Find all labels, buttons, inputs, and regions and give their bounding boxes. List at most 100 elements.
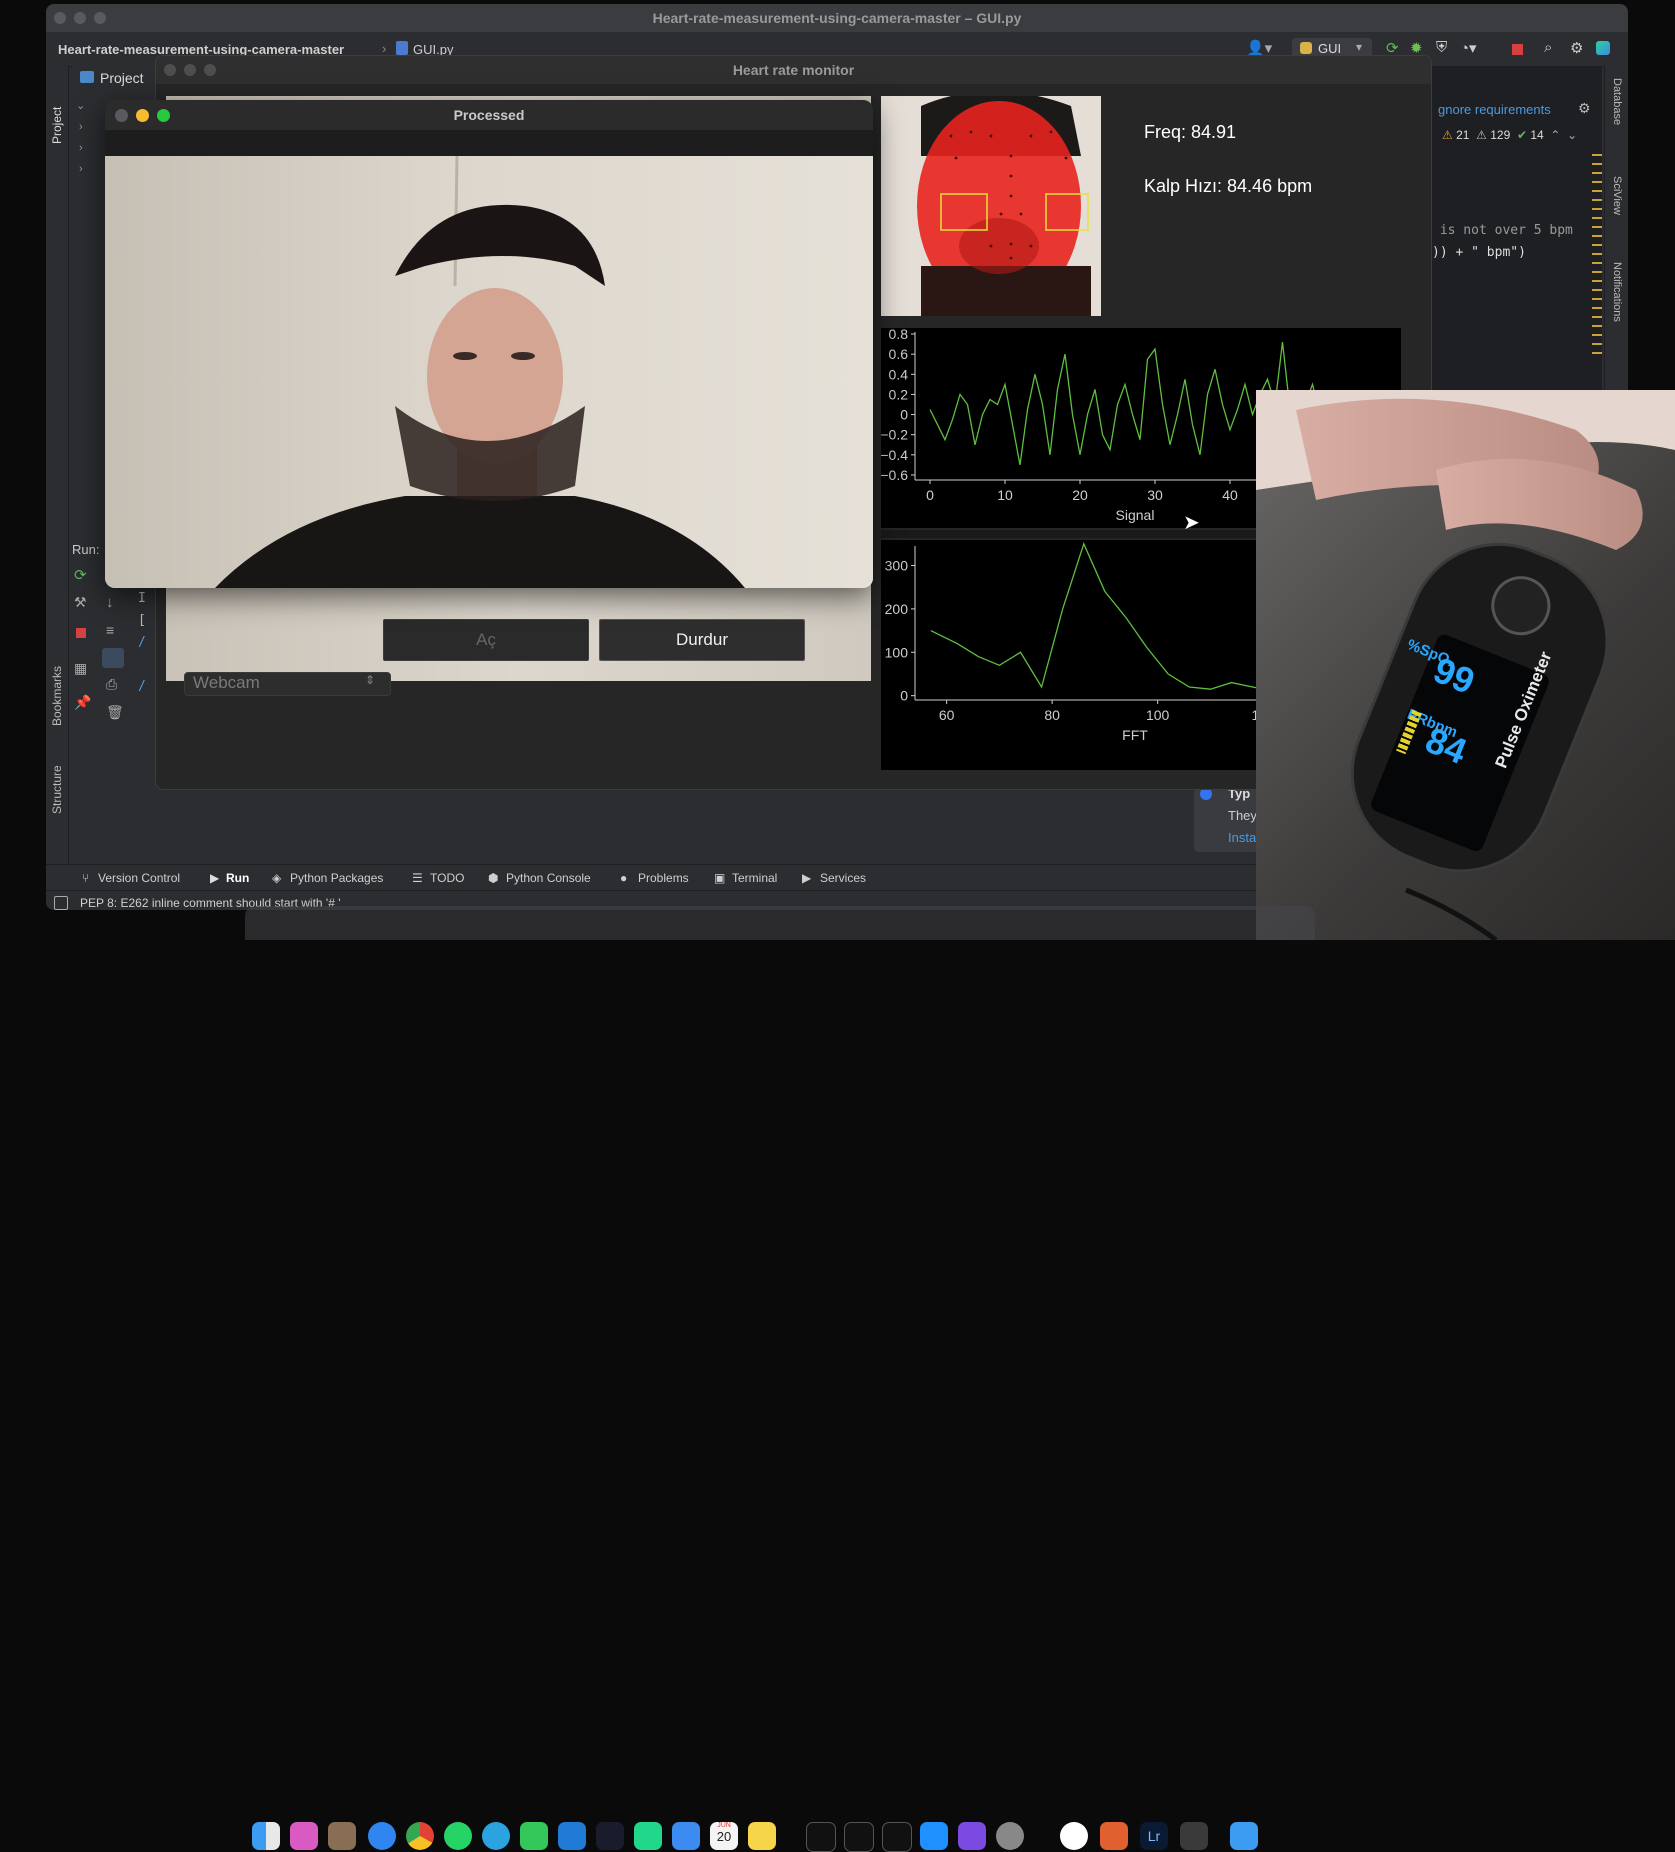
safari-icon[interactable] — [368, 1822, 396, 1850]
calendar-icon[interactable]: JUN 20 — [710, 1822, 738, 1850]
x-tick-label: 80 — [1044, 707, 1060, 723]
chevron-down-icon[interactable]: ⌄ — [1564, 128, 1577, 142]
version-control-icon: ⑂ — [82, 871, 90, 885]
messages-icon[interactable] — [520, 1822, 548, 1850]
project-side-tab[interactable]: Project — [50, 74, 64, 144]
stop-square-icon[interactable] — [1512, 44, 1523, 55]
python-packages-icon: ◈ — [272, 871, 282, 885]
tab-run[interactable]: Run — [226, 871, 249, 885]
warning-icon: ⚠ — [1472, 128, 1487, 142]
whatsapp-icon[interactable] — [444, 1822, 472, 1850]
run-panel-label: Run: — [72, 542, 100, 557]
y-tick-label: 0.2 — [889, 386, 909, 402]
scroll-to-end-icon[interactable] — [102, 648, 124, 668]
rerun-icon[interactable]: ⟳ — [74, 566, 87, 584]
notifications-side-tab[interactable]: Notifications — [1611, 262, 1623, 362]
layout-icon[interactable]: ▦ — [74, 660, 87, 677]
search-icon[interactable]: ⌕ — [1544, 39, 1552, 56]
gear-icon[interactable]: ⚙ — [1570, 39, 1583, 57]
database-side-tab[interactable]: Database — [1611, 78, 1623, 158]
open-button[interactable]: Aç — [383, 619, 589, 661]
tab-todo[interactable]: TODO — [430, 871, 464, 885]
code-line: )) + " bpm") — [1432, 245, 1526, 260]
run-config-label: GUI — [1318, 41, 1342, 56]
x-tick-label: 40 — [1222, 487, 1238, 503]
warning-count: 129 — [1490, 128, 1511, 142]
chrome-icon[interactable] — [406, 1822, 434, 1850]
processed-titlebar: Processed — [105, 100, 873, 130]
pycharm-icon[interactable] — [634, 1822, 662, 1850]
problems-icon: ● — [620, 871, 628, 885]
vscode-icon[interactable] — [558, 1822, 586, 1850]
stop-button[interactable]: Durdur — [599, 619, 805, 661]
tab-version-control[interactable]: Version Control — [98, 871, 180, 885]
stop-square-icon[interactable] — [76, 628, 86, 638]
ignore-requirements-link[interactable]: gnore requirements — [1438, 102, 1551, 117]
google-icon[interactable] — [1060, 1822, 1088, 1850]
system-settings-icon[interactable] — [996, 1822, 1024, 1850]
tab-python-console[interactable]: Python Console — [506, 871, 591, 885]
tab-terminal[interactable]: Terminal — [732, 871, 777, 885]
face-overlay-drawing — [881, 96, 1101, 316]
finder-icon[interactable] — [252, 1822, 280, 1850]
terminal-icon: ▣ — [714, 871, 726, 885]
app-store-icon[interactable] — [920, 1822, 948, 1850]
frequency-readout: Freq: 84.91 — [1144, 122, 1237, 142]
chevron-up-icon[interactable]: ⌃ — [1547, 128, 1560, 142]
project-folder-icon — [80, 71, 94, 83]
webstorm-icon[interactable] — [596, 1822, 624, 1850]
lightroom-icon[interactable]: Lr — [1140, 1822, 1168, 1850]
pin-icon[interactable]: 📌 — [74, 694, 91, 711]
app-icon[interactable] — [1180, 1822, 1208, 1850]
activity-monitor-icon[interactable] — [882, 1822, 912, 1852]
wrench-icon[interactable]: ⚒ — [74, 594, 87, 611]
code-editor[interactable]: gnore requirements ⚙ ⚠ 21 ⚠ 129 ✔ 14 ⌃ ⌄… — [1432, 66, 1602, 406]
todo-list-icon: ☰ — [412, 871, 423, 885]
popup-text: They — [1228, 808, 1257, 823]
app-icon[interactable] — [958, 1822, 986, 1850]
tab-python-packages[interactable]: Python Packages — [290, 871, 383, 885]
jetbrains-ai-icon[interactable] — [1596, 41, 1610, 55]
inspection-widget[interactable]: ⚠ 21 ⚠ 129 ✔ 14 ⌃ ⌄ — [1442, 128, 1577, 142]
arrow-down-icon[interactable]: ↓ — [106, 594, 114, 611]
ide-titlebar: Heart-rate-measurement-using-camera-mast… — [46, 4, 1628, 32]
project-tree-arrows[interactable]: ⌄ › › › — [76, 96, 85, 180]
bookmarks-side-tab[interactable]: Bookmarks — [50, 636, 64, 726]
y-tick-label: 0.8 — [889, 328, 909, 342]
calendar-day: 20 — [716, 1829, 732, 1844]
telegram-icon[interactable] — [482, 1822, 510, 1850]
processed-window: Processed — [105, 100, 873, 588]
tab-problems[interactable]: Problems — [638, 871, 689, 885]
source-select[interactable]: Webcam ⇕ — [184, 672, 391, 696]
launchpad-icon[interactable] — [290, 1822, 318, 1850]
profile-icon[interactable]: ◔▾ — [1460, 39, 1477, 57]
trash-icon[interactable]: 🗑 — [106, 704, 124, 721]
print-icon[interactable]: ⎙ — [106, 676, 117, 693]
downloads-folder-icon[interactable] — [1230, 1822, 1258, 1850]
notes-icon[interactable] — [748, 1822, 776, 1850]
x-tick-label: 30 — [1147, 487, 1163, 503]
iterm-icon[interactable] — [844, 1822, 874, 1852]
project-tab-label[interactable]: Project — [100, 70, 144, 86]
structure-side-tab[interactable]: Structure — [50, 734, 64, 814]
error-stripe[interactable] — [1592, 154, 1602, 354]
y-tick-label: 300 — [885, 558, 909, 574]
app-icon[interactable] — [1100, 1822, 1128, 1850]
chevron-down-icon: ▾ — [1356, 40, 1363, 54]
terminal-icon[interactable] — [806, 1822, 836, 1852]
pulse-oximeter-photo: %SpO₂ 99 PRbpm 84 Pulse Oximeter — [1256, 390, 1675, 940]
tab-services[interactable]: Services — [820, 871, 866, 885]
coverage-shield-icon[interactable]: ⛨ — [1436, 39, 1447, 56]
x-tick-label: 10 — [997, 487, 1013, 503]
popup-install-link[interactable]: Insta — [1228, 830, 1256, 845]
ide-title: Heart-rate-measurement-using-camera-mast… — [652, 10, 1022, 26]
app-icon[interactable] — [328, 1822, 356, 1850]
python-console-icon: ⬢ — [488, 871, 499, 885]
x-tick-label: 20 — [1072, 487, 1088, 503]
soft-wrap-icon[interactable]: ≡ — [106, 622, 114, 638]
gear-icon[interactable]: ⚙ — [1578, 100, 1591, 117]
run-play-icon: ▶ — [210, 871, 220, 885]
mail-icon[interactable] — [672, 1822, 700, 1850]
face-crop-image — [881, 96, 1101, 316]
sciview-side-tab[interactable]: SciView — [1611, 176, 1623, 236]
